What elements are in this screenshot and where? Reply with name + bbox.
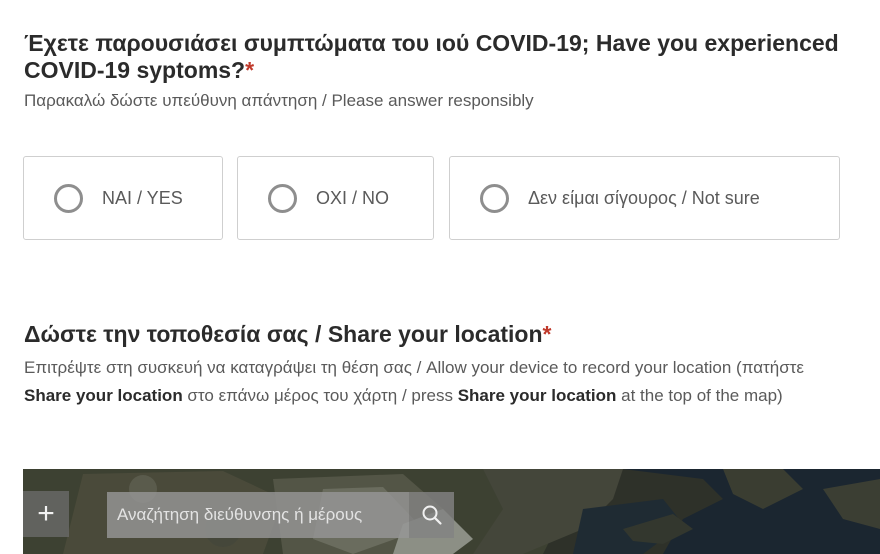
- zoom-in-button[interactable]: +: [23, 491, 69, 537]
- option-yes[interactable]: NAI / YES: [23, 156, 223, 240]
- option-no-label: OXI / NO: [316, 187, 390, 208]
- location-desc-part1: Επιτρέψτε στη συσκευή να καταγράψει τη θ…: [24, 358, 804, 377]
- required-mark: *: [245, 57, 255, 83]
- radio-circle-icon[interactable]: [268, 183, 297, 213]
- question-symptoms: Έχετε παρουσιάσει συμπτώματα του ιού COV…: [24, 30, 854, 115]
- question-symptoms-description: Παρακαλώ δώστε υπεύθυνη απάντηση / Pleas…: [24, 91, 534, 110]
- question-location: Δώστε την τοποθεσία σας / Share your loc…: [24, 321, 854, 410]
- option-no[interactable]: OXI / NO: [237, 156, 434, 240]
- address-search-input[interactable]: [117, 505, 402, 525]
- option-yes-label: NAI / YES: [102, 187, 183, 208]
- map-search-box[interactable]: [107, 492, 409, 538]
- option-not-sure[interactable]: Δεν είμαι σίγουρος / Not sure: [449, 156, 840, 240]
- plus-icon: +: [37, 497, 55, 530]
- question-symptoms-title-text: Έχετε παρουσιάσει συμπτώματα του ιού COV…: [24, 30, 839, 83]
- location-desc-bold1: Share your location: [24, 386, 183, 405]
- radio-circle-icon[interactable]: [480, 183, 509, 213]
- search-button[interactable]: [409, 492, 454, 538]
- location-desc-bold2: Share your location: [457, 386, 617, 405]
- location-desc-part3: at the top of the map): [616, 386, 783, 405]
- question-symptoms-title: Έχετε παρουσιάσει συμπτώματα του ιού COV…: [24, 30, 854, 84]
- question-location-title-text: Δώστε την τοποθεσία σας / Share your loc…: [24, 321, 543, 347]
- location-desc-part2: στο επάνω μέρος του χάρτη / press: [182, 386, 458, 405]
- question-location-title: Δώστε την τοποθεσία σας / Share your loc…: [24, 321, 854, 348]
- search-icon: [422, 505, 442, 525]
- option-not-sure-label: Δεν είμαι σίγουρος / Not sure: [528, 187, 760, 208]
- radio-circle-icon[interactable]: [54, 183, 83, 213]
- question-location-description: Επιτρέψτε στη συσκευή να καταγράψει τη θ…: [24, 354, 854, 410]
- required-mark: *: [542, 321, 552, 347]
